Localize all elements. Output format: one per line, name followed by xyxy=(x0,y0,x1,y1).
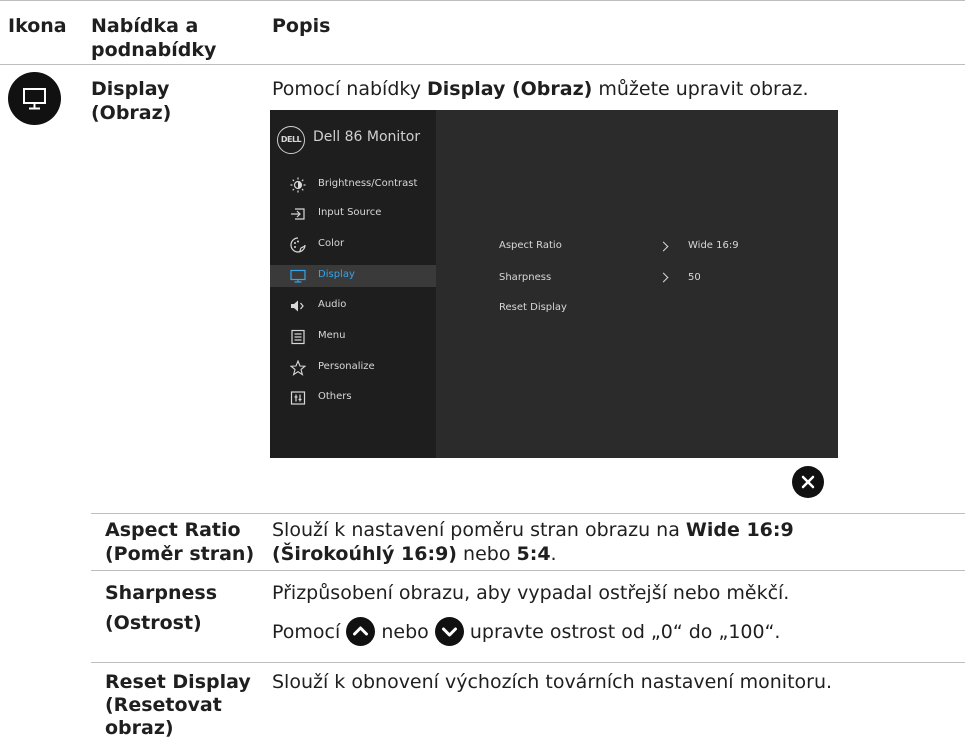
sharpness-desc-line1: Přizpůsobení obrazu, aby vypadal ostřejš… xyxy=(272,582,790,604)
row-separator xyxy=(91,570,965,571)
sharpness-name-line2: (Ostrost) xyxy=(105,612,202,634)
sharpness-desc-line2: Pomocí nebo upravte ostrost od „0“ do „1… xyxy=(272,617,780,646)
osd-item-display[interactable]: Display xyxy=(270,265,436,287)
aspect-ratio-name-line1: Aspect Ratio xyxy=(105,519,241,541)
osd-value-aspect-ratio: Wide 16:9 xyxy=(688,240,739,251)
osd-item-label: Audio xyxy=(318,299,347,310)
osd-title: Dell 86 Monitor xyxy=(313,129,421,145)
osd-item-brightness-contrast[interactable]: Brightness/Contrast xyxy=(270,174,436,196)
row-separator xyxy=(91,513,965,514)
osd-item-input-source[interactable]: Input Source xyxy=(270,203,436,225)
reset-display-name-line3: obraz) xyxy=(105,717,174,739)
aspect-ratio-name-line2: (Poměr stran) xyxy=(105,543,255,565)
header-menu-line1: Nabídka a xyxy=(91,15,199,37)
osd-option-sharpness[interactable]: Sharpness xyxy=(499,272,551,283)
color-icon xyxy=(290,237,306,253)
reset-display-desc: Slouží k obnovení výchozích továrních na… xyxy=(272,671,833,693)
osd-item-audio[interactable]: Audio xyxy=(270,295,436,317)
osd-item-personalize[interactable]: Personalize xyxy=(270,357,436,379)
display-icon xyxy=(290,269,306,283)
header-bottom-rule xyxy=(0,64,965,65)
brightness-icon xyxy=(290,177,306,193)
osd-item-label: Display xyxy=(318,269,355,280)
osd-item-label: Color xyxy=(318,238,345,249)
display-menu-name-line1: Display xyxy=(91,78,170,100)
chevron-right-icon xyxy=(658,272,669,283)
osd-item-label: Personalize xyxy=(318,361,375,372)
osd-item-label: Others xyxy=(318,391,352,402)
display-menu-name-line2: (Obraz) xyxy=(91,102,172,124)
display-description: Pomocí nabídky Display (Obraz) můžete up… xyxy=(272,78,809,100)
osd-item-label: Brightness/Contrast xyxy=(318,178,418,189)
reset-display-name-line1: Reset Display xyxy=(105,671,251,693)
osd-item-menu[interactable]: Menu xyxy=(270,326,436,348)
osd-item-label: Input Source xyxy=(318,207,382,218)
header-menu-line2: podnabídky xyxy=(91,39,217,61)
star-icon xyxy=(290,360,306,376)
aspect-ratio-desc-line1: Slouží k nastavení poměru stran obrazu n… xyxy=(272,519,794,541)
osd-value-sharpness: 50 xyxy=(688,272,701,283)
display-icon xyxy=(8,72,61,125)
up-button-icon xyxy=(346,617,376,646)
osd-option-aspect-ratio[interactable]: Aspect Ratio xyxy=(499,240,562,251)
osd-item-others[interactable]: Others xyxy=(270,387,436,409)
osd-option-reset-display[interactable]: Reset Display xyxy=(499,302,567,313)
others-icon xyxy=(290,391,306,405)
osd-item-color[interactable]: Color xyxy=(270,234,436,256)
audio-icon xyxy=(291,300,304,312)
down-button-icon xyxy=(434,617,464,646)
reset-display-name-line2: (Resetovat xyxy=(105,694,222,716)
aspect-ratio-desc-line2: (Širokoúhlý 16:9) nebo 5:4. xyxy=(272,543,557,565)
row-separator xyxy=(91,662,965,663)
sharpness-name-line1: Sharpness xyxy=(105,582,218,604)
osd-item-label: Menu xyxy=(318,330,346,341)
osd-screenshot: DELL Dell 86 Monitor Brightness/Contrast… xyxy=(270,110,838,458)
header-desc: Popis xyxy=(272,15,331,37)
header-top-rule xyxy=(0,0,965,1)
input-source-icon xyxy=(291,208,305,220)
header-icon: Ikona xyxy=(8,15,67,37)
close-icon xyxy=(792,466,824,498)
dell-logo: DELL xyxy=(277,126,305,154)
menu-icon xyxy=(291,329,305,345)
chevron-right-icon xyxy=(658,241,669,252)
